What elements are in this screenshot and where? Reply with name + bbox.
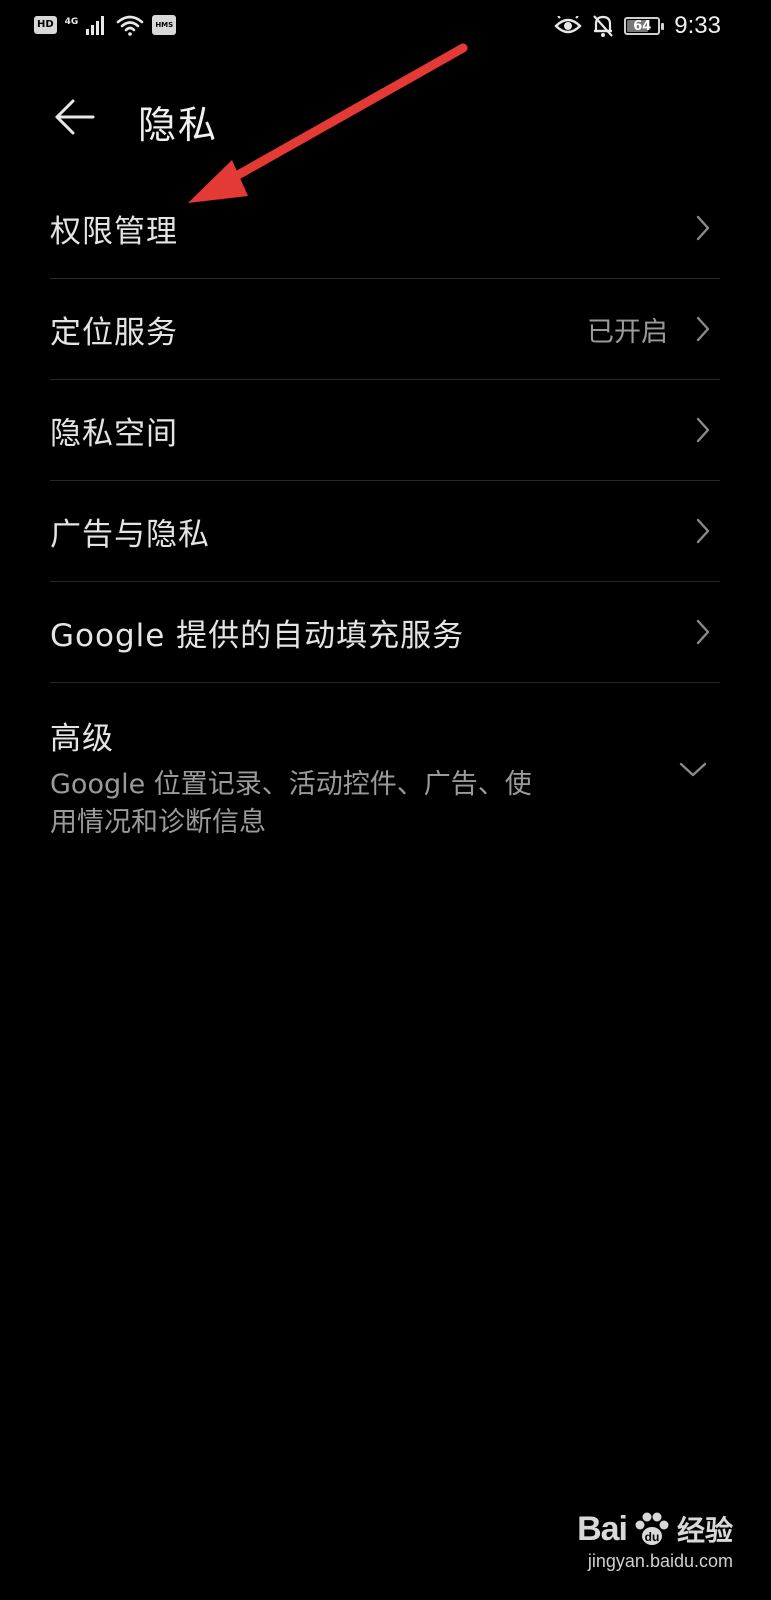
watermark-brand: Bai [577, 1509, 628, 1548]
list-item-google-autofill[interactable]: Google 提供的自动填充服务 [50, 582, 720, 683]
chevron-down-icon [679, 762, 707, 777]
page-title: 隐私 [138, 103, 219, 147]
status-time: 9:33 [674, 12, 721, 39]
watermark-brand-cn: 经验 [676, 1514, 733, 1547]
chevron-right-icon [696, 518, 710, 544]
mute-bell-icon [593, 15, 614, 37]
svg-text:du: du [645, 1530, 660, 1544]
status-bar: HD 4G HMS 64 9:33 [0, 0, 771, 56]
list-item-label: 隐私空间 [50, 415, 178, 452]
signal-icon [86, 16, 105, 35]
chevron-right-icon [696, 215, 710, 241]
location-status-value: 已开启 [587, 316, 668, 348]
advanced-description-line: 用情况和诊断信息 [50, 807, 266, 838]
hms-badge: HMS [152, 15, 177, 35]
list-item-label: 定位服务 [50, 314, 178, 351]
list-item-label: 广告与隐私 [50, 516, 210, 553]
list-item-label: Google 提供的自动填充服务 [50, 617, 465, 654]
list-item-permission-management[interactable]: 权限管理 [50, 178, 720, 279]
advanced-title: 高级 [50, 721, 114, 757]
chevron-right-icon [696, 619, 710, 645]
wifi-icon [117, 15, 144, 36]
network-type: 4G [64, 17, 79, 27]
advanced-description-line: Google 位置记录、活动控件、广告、使 [50, 769, 532, 800]
back-arrow-icon [55, 99, 95, 135]
battery-icon: 64 [624, 17, 665, 35]
status-right: 64 9:33 [554, 12, 721, 40]
back-button[interactable] [48, 90, 102, 144]
hd-badge: HD [34, 16, 57, 34]
app-bar: 隐私 [0, 80, 771, 160]
list-item-private-space[interactable]: 隐私空间 [50, 380, 720, 481]
list-item-advanced[interactable]: 高级 Google 位置记录、活动控件、广告、使 用情况和诊断信息 [50, 683, 720, 842]
settings-list: 权限管理 定位服务 已开启 隐私空间 广告与隐私 Google 提供的自动填充服… [50, 178, 720, 842]
paw-icon: du [635, 1512, 669, 1545]
status-left: HD 4G HMS [34, 14, 177, 36]
list-item-ads-and-privacy[interactable]: 广告与隐私 [50, 481, 720, 582]
list-item-label: 权限管理 [50, 213, 178, 250]
watermark-logo: Bai du 经验 [577, 1509, 733, 1549]
eye-comfort-icon [554, 16, 582, 34]
battery-level: 64 [633, 18, 652, 34]
chevron-right-icon [696, 417, 710, 443]
advanced-description: Google 位置记录、活动控件、广告、使 用情况和诊断信息 [50, 766, 590, 842]
watermark-url: jingyan.baidu.com [587, 1551, 733, 1571]
chevron-right-icon [696, 316, 710, 342]
baidu-watermark: Bai du 经验 jingyan.baidu.com [577, 1509, 733, 1572]
list-item-location-service[interactable]: 定位服务 已开启 [50, 279, 720, 380]
